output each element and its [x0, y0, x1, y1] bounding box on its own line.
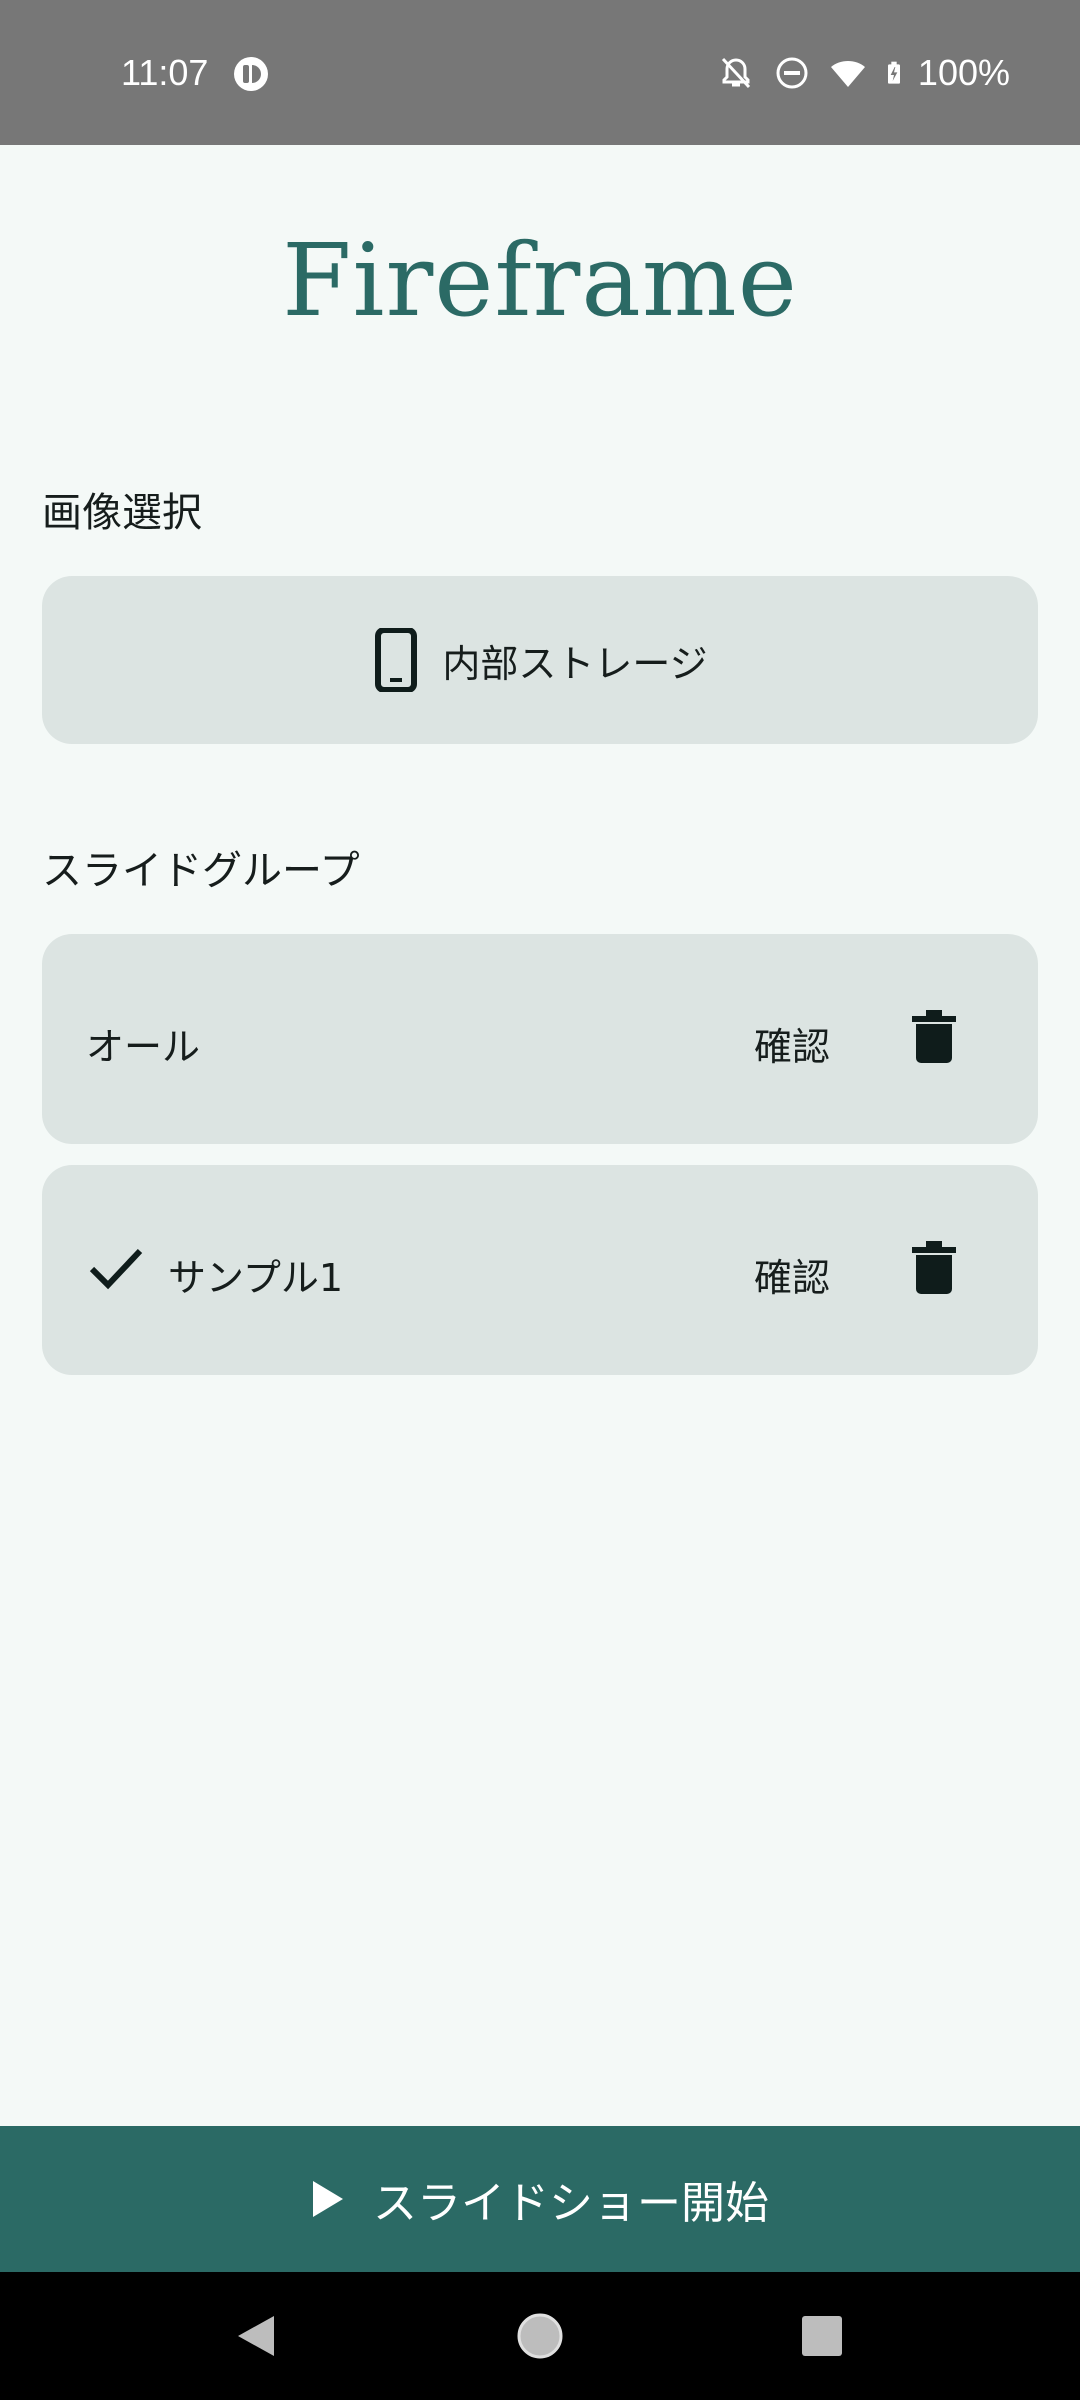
- start-slideshow-button[interactable]: スライドショー開始: [0, 2126, 1080, 2272]
- slide-group-item-all[interactable]: オール 確認: [42, 934, 1038, 1144]
- battery-charging-icon: [887, 61, 900, 84]
- group-name: サンプル1: [168, 1256, 344, 1300]
- app-title: Fireframe: [282, 222, 798, 339]
- status-time: 11:07: [121, 52, 209, 93]
- slide-group-item-sample1[interactable]: サンプル1 確認: [42, 1165, 1038, 1375]
- trash-icon[interactable]: [912, 1241, 956, 1295]
- back-icon[interactable]: [236, 2314, 276, 2358]
- navigation-bar: [0, 2272, 1080, 2400]
- group-name: オール: [86, 1025, 201, 1069]
- home-icon[interactable]: [515, 2311, 565, 2361]
- confirm-button[interactable]: 確認: [754, 1016, 830, 1071]
- internal-storage-button[interactable]: 内部ストレージ: [42, 576, 1038, 744]
- image-select-label: 画像選択: [42, 490, 202, 536]
- recents-icon[interactable]: [802, 2316, 842, 2356]
- confirm-button[interactable]: 確認: [754, 1247, 830, 1302]
- status-bar: 11:07 100%: [0, 0, 1080, 145]
- play-icon: [313, 2181, 343, 2217]
- status-icons: 100%: [698, 52, 1010, 94]
- internal-storage-label: 内部ストレージ: [442, 641, 708, 686]
- wifi-icon: [830, 61, 865, 87]
- trash-icon[interactable]: [912, 1010, 956, 1064]
- do-not-disturb-icon: [776, 57, 808, 89]
- bell-off-icon: [721, 57, 751, 89]
- phone-icon: [375, 628, 418, 692]
- slide-group-label: スライドグループ: [42, 848, 360, 894]
- start-slideshow-label: スライドショー開始: [373, 2178, 769, 2229]
- app-notification-icon: [234, 57, 268, 91]
- check-icon: [89, 1248, 143, 1290]
- battery-percentage: 100%: [917, 52, 1010, 93]
